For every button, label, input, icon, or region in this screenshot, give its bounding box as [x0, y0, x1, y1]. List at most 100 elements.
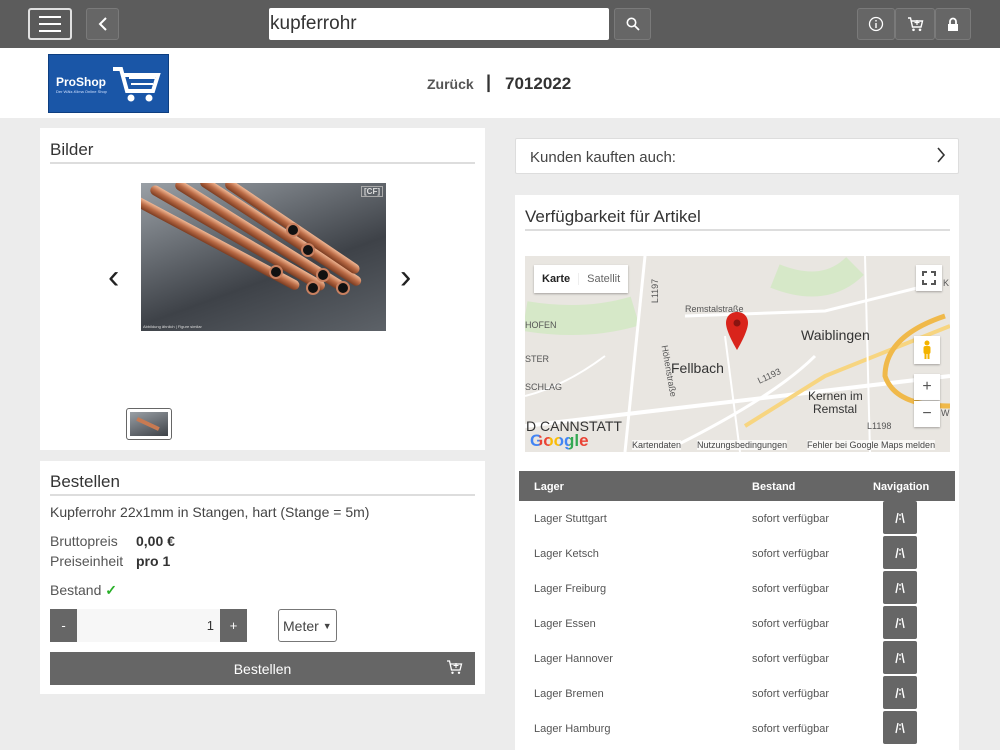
map-label: SCHLAG — [525, 382, 563, 392]
minus-icon: − — [922, 405, 932, 422]
product-name: Kupferrohr 22x1mm in Stangen, hart (Stan… — [50, 504, 370, 520]
navigation-button[interactable] — [883, 676, 917, 709]
divider — [50, 494, 475, 496]
search-icon — [626, 17, 640, 31]
map-label: STER — [525, 354, 550, 364]
stock-status: sofort verfügbar — [752, 653, 830, 665]
customers-also-bought-label: Kunden kauften auch: — [530, 149, 676, 166]
pipe-end — [286, 223, 300, 237]
menu-button[interactable] — [28, 8, 72, 40]
column-header: Lager — [534, 481, 564, 493]
logo-subtitle: Der Wälz-Klima Online Shop — [56, 89, 107, 94]
map-pin-icon[interactable] — [726, 312, 748, 352]
map-label: K — [943, 278, 950, 288]
table-body: Lager Stuttgart sofort verfügbar Lager Ket… — [519, 501, 955, 746]
unit-select[interactable]: Meter ▼ — [278, 609, 337, 642]
warehouse-name: Lager Hamburg — [534, 723, 611, 735]
lock-icon — [948, 17, 958, 31]
quantity-input[interactable] — [77, 609, 220, 642]
zoom-in-button[interactable]: + — [914, 374, 940, 400]
search-button[interactable] — [614, 8, 651, 40]
order-title: Bestellen — [50, 472, 120, 491]
map-terms-link[interactable]: Nutzungsbedingungen — [697, 440, 788, 450]
logo-text: ProShop — [56, 75, 106, 89]
road-icon — [895, 652, 905, 663]
navigation-button[interactable] — [883, 606, 917, 639]
search-input[interactable] — [269, 8, 609, 40]
page-header: ProShop Der Wälz-Klima Online Shop Zurüc… — [0, 48, 1000, 118]
street-view-button[interactable] — [914, 336, 940, 364]
pipe-end — [306, 281, 320, 295]
stock-status: sofort verfügbar — [752, 583, 830, 595]
warehouse-name: Lager Freiburg — [534, 583, 607, 595]
image-badge: [CF] — [361, 186, 383, 197]
check-icon: ✓ — [105, 582, 117, 598]
lock-button[interactable] — [935, 8, 971, 40]
table-row: Lager Essen sofort verfügbar — [519, 606, 955, 641]
map-label: W — [941, 408, 950, 418]
back-link[interactable]: Zurück — [427, 76, 474, 92]
chevron-left-icon — [98, 17, 107, 31]
road-icon — [895, 617, 905, 628]
prev-image-arrow[interactable]: ‹ — [108, 260, 119, 294]
images-title: Bilder — [50, 140, 94, 159]
road-icon — [895, 687, 905, 698]
google-logo: Google — [530, 431, 589, 451]
gross-price-label: Bruttopreis — [50, 533, 118, 549]
next-image-arrow[interactable]: › — [400, 260, 411, 294]
logo-cart-icon — [113, 67, 161, 102]
article-number: 7012022 — [505, 74, 572, 93]
navigation-button[interactable] — [883, 711, 917, 744]
navigation-button[interactable] — [883, 641, 917, 674]
stock-label-text: Bestand — [50, 582, 102, 598]
table-row: Lager Hannover sofort verfügbar — [519, 641, 955, 676]
images-panel: Bilder ‹ [CF] Abbildung ähnlich | Figure… — [40, 128, 485, 450]
info-button[interactable] — [857, 8, 895, 40]
customers-also-bought[interactable]: Kunden kauften auch: — [515, 138, 959, 174]
location-map[interactable]: Karte Satellit HOFEN STER SCHLAG L1197 R… — [525, 256, 950, 452]
image-caption: Abbildung ähnlich | Figure similar — [143, 324, 202, 329]
order-panel: Bestellen Kupferrohr 22x1mm in Stangen, … — [40, 461, 485, 694]
order-button[interactable]: Bestellen — [50, 652, 475, 685]
navigation-button[interactable] — [883, 501, 917, 534]
price-unit-value: pro 1 — [136, 553, 171, 569]
header-separator: | — [486, 72, 492, 92]
map-report-link[interactable]: Fehler bei Google Maps melden — [807, 440, 936, 450]
zoom-out-button[interactable]: − — [914, 401, 940, 427]
map-type-satellite[interactable]: Satellit — [578, 273, 628, 285]
column-header: Navigation — [873, 481, 930, 493]
proshop-logo[interactable]: ProShop Der Wälz-Klima Online Shop — [48, 54, 169, 113]
chevron-right-icon — [937, 147, 946, 163]
back-button[interactable] — [86, 8, 119, 40]
pipe-end — [301, 243, 315, 257]
google-logo-text: Google — [530, 431, 589, 450]
stock-status: sofort verfügbar — [752, 723, 830, 735]
product-image[interactable]: [CF] Abbildung ähnlich | Figure similar — [141, 183, 386, 331]
map-data-link[interactable]: Kartendaten — [632, 440, 682, 450]
map-city: Remstal — [813, 402, 858, 416]
stock-status: sofort verfügbar — [752, 513, 830, 525]
map-type-map[interactable]: Karte — [534, 273, 578, 285]
unit-value: Meter — [283, 617, 319, 634]
decrease-button[interactable]: - — [50, 609, 77, 642]
image-thumbnail[interactable] — [126, 408, 172, 440]
navigation-button[interactable] — [883, 571, 917, 604]
table-row: Lager Stuttgart sofort verfügbar — [519, 501, 955, 536]
cart-button[interactable] — [895, 8, 935, 40]
warehouse-name: Lager Bremen — [534, 688, 604, 700]
increase-button[interactable]: + — [220, 609, 247, 642]
table-row: Lager Ketsch sofort verfügbar — [519, 536, 955, 571]
stock-status: sofort verfügbar — [752, 618, 830, 630]
warehouse-name: Lager Hannover — [534, 653, 613, 665]
pipe-end — [336, 281, 350, 295]
info-icon — [868, 16, 884, 32]
quantity-stepper: - + — [50, 609, 247, 642]
warehouse-name: Lager Ketsch — [534, 548, 599, 560]
fullscreen-button[interactable] — [916, 265, 942, 291]
pipe-end — [269, 265, 283, 279]
navigation-button[interactable] — [883, 536, 917, 569]
stock-label: Bestand ✓ — [50, 582, 117, 599]
map-city: Fellbach — [671, 360, 724, 376]
map-type-switch: Karte Satellit — [534, 265, 629, 293]
road-icon — [895, 547, 905, 558]
